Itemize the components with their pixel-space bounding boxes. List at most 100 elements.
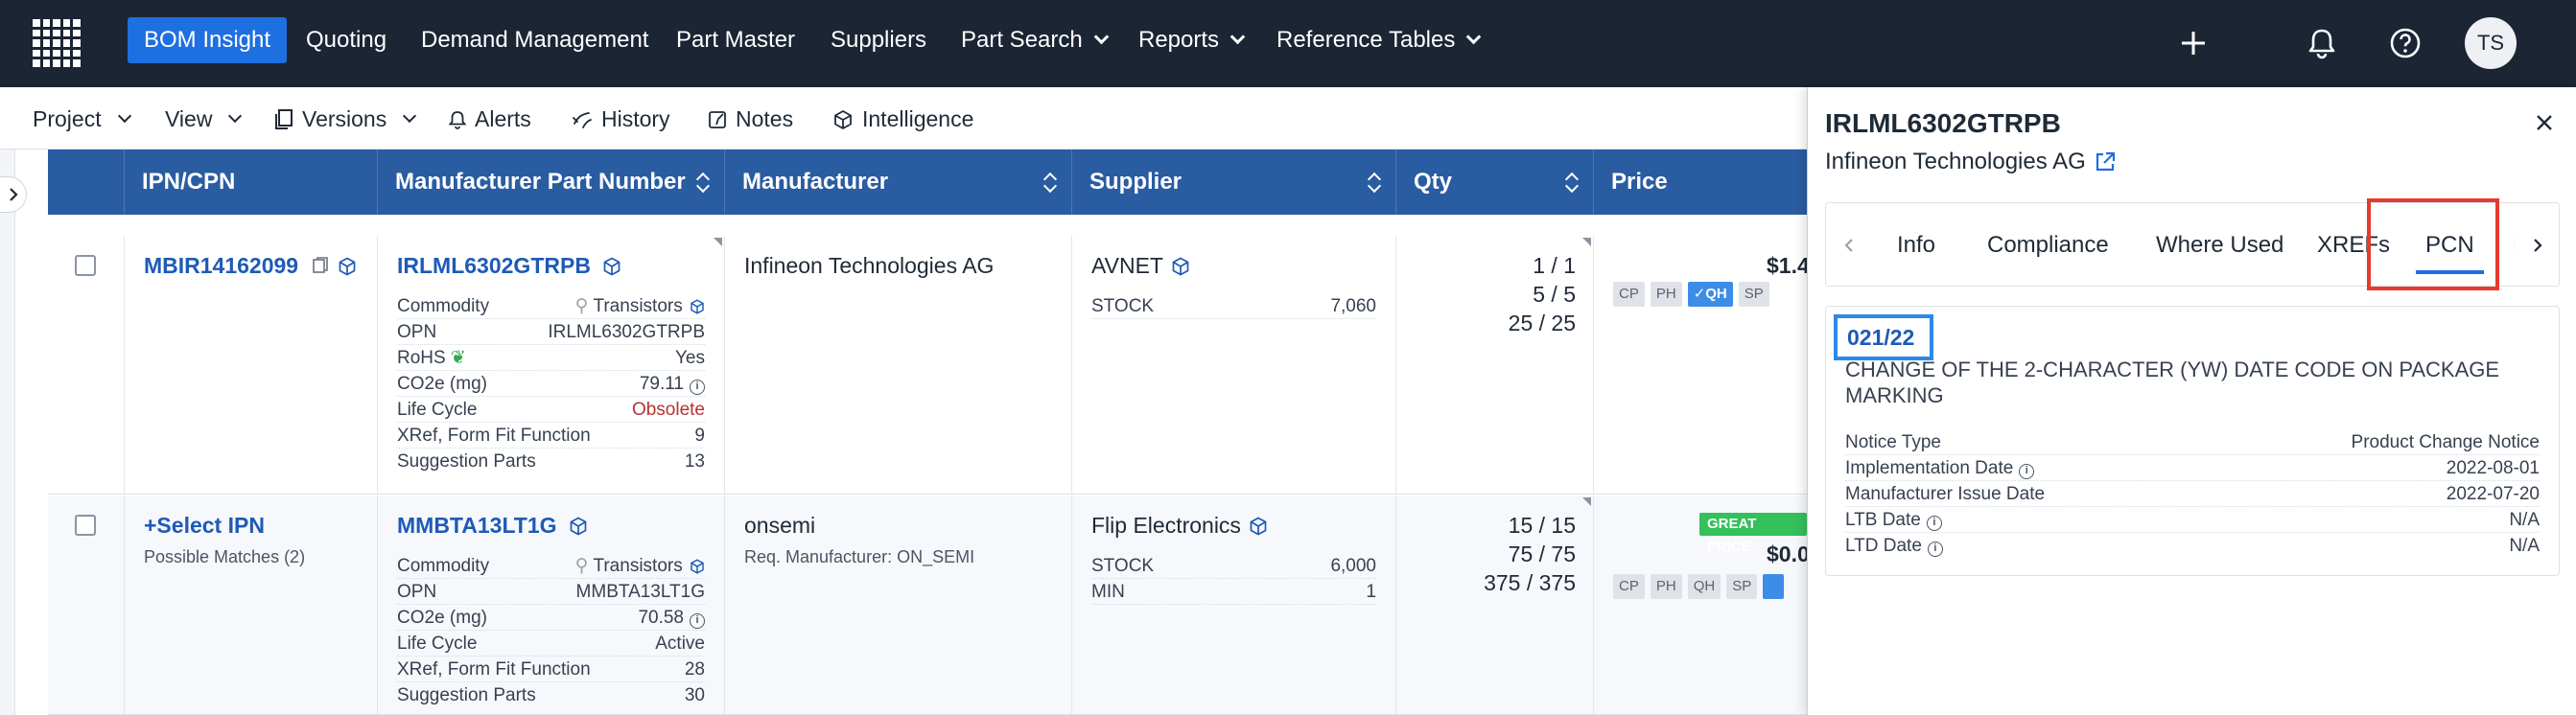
tab-where-used[interactable]: Where Used — [2156, 203, 2283, 286]
left-gutter — [0, 150, 15, 715]
avatar[interactable]: TS — [2465, 17, 2517, 69]
pcn-card: CHANGE OF THE 2-CHARACTER (YW) DATE CODE… — [1825, 306, 2560, 576]
nav-bom-insight[interactable]: BOM Insight — [128, 17, 288, 63]
nav-part-master[interactable]: Part Master — [676, 17, 795, 63]
chip-ph[interactable]: PH — [1650, 574, 1682, 599]
column-manufacturer[interactable]: Manufacturer — [725, 150, 1072, 215]
attr-suggestion-parts[interactable]: Suggestion Parts 13 — [397, 449, 705, 474]
nav-quoting[interactable]: Quoting — [306, 17, 386, 63]
intelligence-label: Intelligence — [862, 106, 974, 131]
column-qty[interactable]: Qty — [1396, 150, 1594, 215]
tabs-next-button[interactable] — [2515, 203, 2559, 286]
info-icon[interactable]: i — [1926, 516, 1942, 531]
cube-icon[interactable] — [690, 559, 705, 574]
attr-value: Transistors — [593, 296, 683, 316]
column-supplier[interactable]: Supplier — [1072, 150, 1396, 215]
qty-cell: 1 / 1 5 / 5 25 / 25 — [1396, 236, 1594, 494]
chip-cp[interactable]: CP — [1613, 282, 1645, 307]
bell-icon[interactable] — [2300, 21, 2344, 65]
external-link-icon[interactable] — [2094, 150, 2117, 173]
qty-cell: 15 / 15 75 / 75 375 / 375 — [1396, 496, 1594, 714]
select-ipn-link[interactable]: +Select IPN — [144, 513, 265, 538]
sort-icon[interactable] — [1044, 173, 1056, 192]
great-price-badge: GREAT PRICE — [1699, 513, 1807, 555]
supplier-label: Flip Electronics — [1091, 513, 1241, 538]
pcn-id-link[interactable]: 021/22 — [1834, 314, 1933, 360]
panel-manufacturer-label: Infineon Technologies AG — [1825, 149, 2086, 174]
mpn-link[interactable]: IRLML6302GTRPB — [397, 253, 591, 278]
row-checkbox[interactable] — [75, 255, 96, 276]
supplier-name: AVNET — [1091, 253, 1190, 279]
chip-cp[interactable]: CP — [1613, 574, 1645, 599]
cube-icon[interactable] — [602, 257, 621, 276]
pcn-issue-date: Manufacturer Issue Date 2022-07-20 — [1845, 481, 2540, 507]
row-checkbox[interactable] — [75, 515, 96, 536]
nav-part-search[interactable]: Part Search — [961, 17, 1110, 63]
field-value: Product Change Notice — [2351, 432, 2540, 452]
attr-key: Life Cycle — [397, 634, 478, 654]
column-ipn-cpn[interactable]: IPN/CPN — [125, 150, 378, 215]
attr-key: OPN — [397, 322, 437, 342]
pcn-tab-highlight — [2367, 198, 2499, 290]
nav-reports[interactable]: Reports — [1138, 17, 1246, 63]
column-price[interactable]: Price — [1594, 150, 1807, 215]
attr-key: OPN — [397, 582, 437, 602]
versions-menu[interactable]: Versions — [274, 106, 417, 132]
notes-button[interactable]: Notes — [708, 106, 793, 132]
nav-suppliers[interactable]: Suppliers — [831, 17, 926, 63]
nav-demand-management[interactable]: Demand Management — [421, 17, 648, 63]
tab-compliance[interactable]: Compliance — [1987, 203, 2109, 286]
chip-qh[interactable]: QH — [1687, 574, 1721, 599]
expand-sidebar-button[interactable] — [0, 176, 27, 213]
cube-icon[interactable] — [1249, 517, 1268, 536]
cube-icon[interactable] — [1171, 257, 1190, 276]
chip-ph[interactable]: PH — [1650, 282, 1682, 307]
view-menu[interactable]: View — [165, 106, 243, 132]
history-button[interactable]: History — [572, 106, 670, 132]
attr-commodity: Commodity ⚲ Transistors — [397, 293, 705, 319]
possible-matches[interactable]: Possible Matches (2) — [144, 547, 305, 567]
cube-icon[interactable] — [569, 517, 588, 536]
tabs-prev-button[interactable] — [1826, 203, 1872, 286]
attr-value: 1 — [1366, 582, 1376, 602]
sort-icon[interactable] — [697, 173, 709, 192]
nav-reference-tables[interactable]: Reference Tables — [1276, 17, 1482, 63]
attr-key: CO2e (mg) — [397, 608, 487, 628]
info-icon[interactable]: i — [690, 613, 705, 629]
attr-key: Commodity — [397, 556, 490, 576]
attr-xref[interactable]: XRef, Form Fit Function 28 — [397, 657, 705, 682]
app-launcher-icon[interactable] — [33, 19, 81, 67]
attr-value: 7,060 — [1330, 296, 1376, 316]
copy-icon[interactable] — [311, 257, 330, 276]
pcn-ltd-date: LTD Date i N/A — [1845, 533, 2540, 559]
info-icon[interactable]: i — [1927, 542, 1943, 557]
chip-sp[interactable]: SP — [1738, 282, 1769, 307]
corner-marker — [1582, 497, 1591, 506]
attr-xref[interactable]: XRef, Form Fit Function 9 — [397, 423, 705, 449]
help-icon[interactable] — [2383, 21, 2427, 65]
nav-label: Part Search — [961, 27, 1083, 53]
chip-qh[interactable]: ✓QH — [1687, 282, 1733, 307]
cube-icon[interactable] — [338, 257, 357, 276]
sort-icon[interactable] — [1566, 173, 1578, 192]
close-icon[interactable] — [2532, 110, 2557, 135]
attr-suggestion-parts[interactable]: Suggestion Parts 30 — [397, 682, 705, 708]
info-icon[interactable]: i — [690, 380, 705, 395]
requested-manufacturer: Req. Manufacturer: ON_SEMI — [744, 547, 975, 566]
intelligence-button[interactable]: Intelligence — [832, 106, 973, 132]
column-mpn[interactable]: Manufacturer Part Number — [378, 150, 725, 215]
field-key: Implementation Date — [1845, 458, 2014, 478]
pcn-implementation-date: Implementation Date i 2022-08-01 — [1845, 455, 2540, 481]
project-menu[interactable]: Project — [33, 106, 131, 132]
field-value: N/A — [2509, 510, 2540, 530]
plus-icon[interactable] — [2171, 21, 2215, 65]
info-icon[interactable]: i — [2019, 464, 2035, 479]
sort-icon[interactable] — [1369, 173, 1380, 192]
cube-icon[interactable] — [690, 299, 705, 314]
ipn-link[interactable]: MBIR14162099 — [144, 253, 298, 278]
chip-selected[interactable] — [1763, 574, 1785, 599]
tab-info[interactable]: Info — [1897, 203, 1935, 286]
alerts-button[interactable]: Alerts — [449, 106, 531, 132]
mpn-link[interactable]: MMBTA13LT1G — [397, 513, 557, 538]
chip-sp[interactable]: SP — [1726, 574, 1758, 599]
